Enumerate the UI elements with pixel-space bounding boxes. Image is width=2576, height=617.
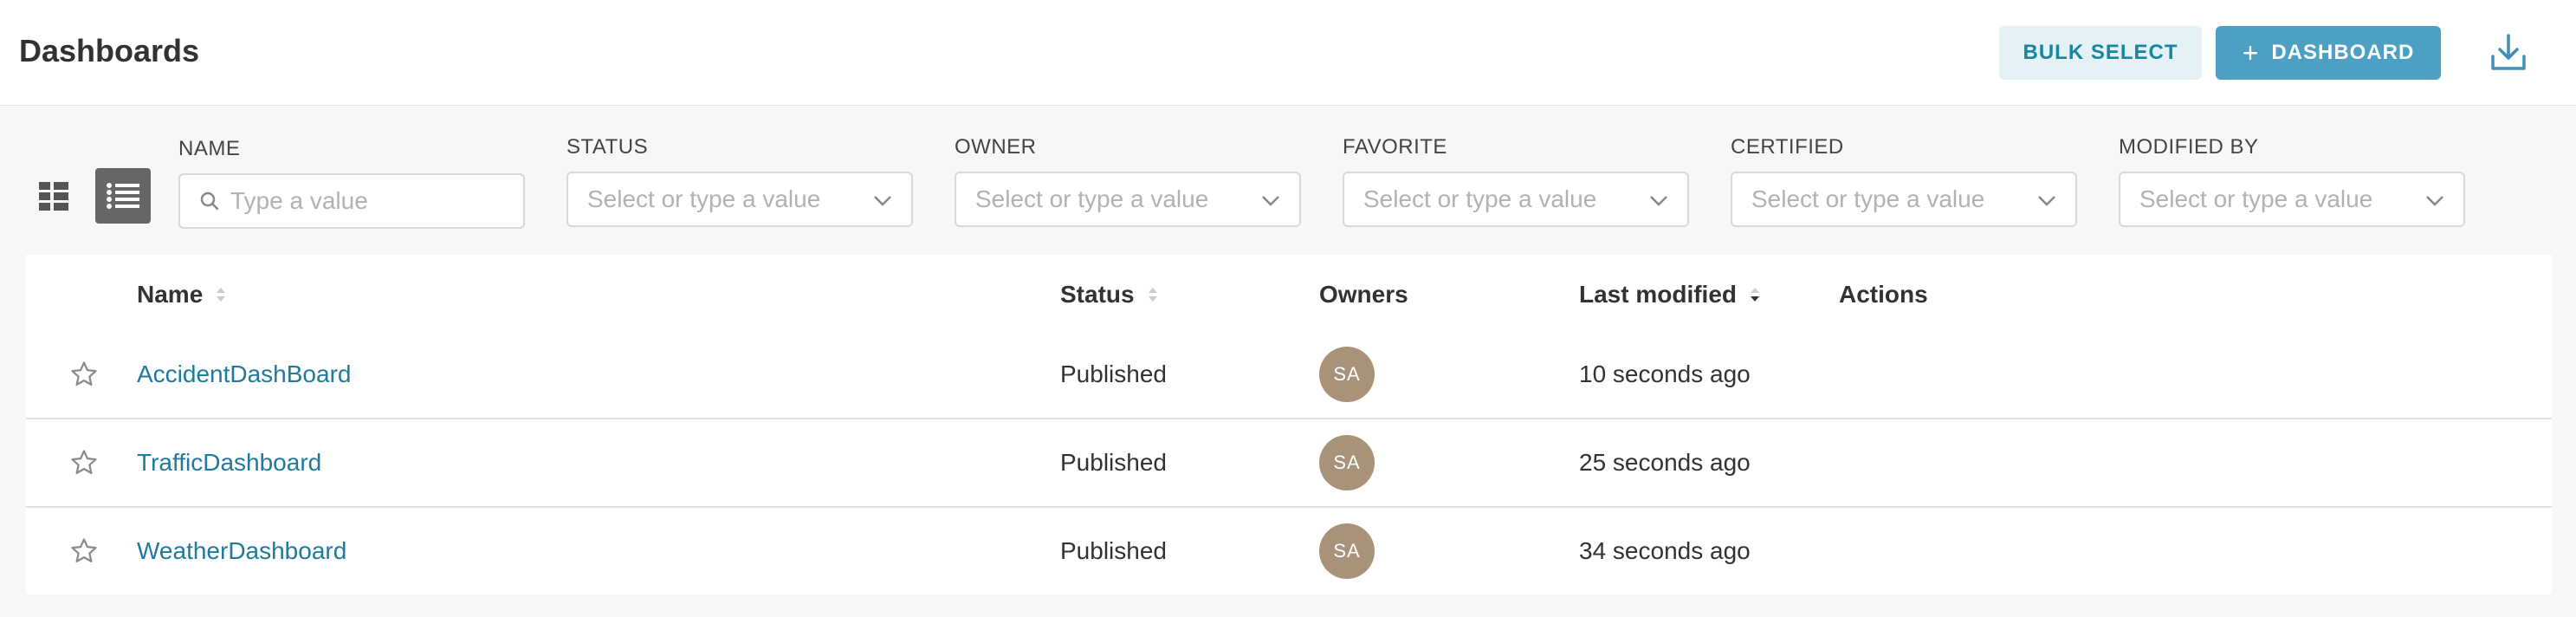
filter-favorite-label: FAVORITE bbox=[1343, 135, 1447, 159]
column-header-status[interactable]: Status bbox=[1060, 281, 1159, 308]
favorite-star-icon[interactable] bbox=[69, 508, 99, 594]
dashboard-name-link[interactable]: WeatherDashboard bbox=[137, 537, 346, 565]
last-modified-cell: 34 seconds ago bbox=[1579, 537, 1751, 564]
add-dashboard-label: DASHBOARD bbox=[2271, 41, 2415, 64]
filter-modified-by-label: MODIFIED BY bbox=[2119, 135, 2259, 159]
modified-by-select[interactable]: Select or type a value bbox=[2119, 172, 2465, 227]
card-view-toggle[interactable] bbox=[26, 168, 81, 224]
table-row: AccidentDashBoard Published SA 10 second… bbox=[26, 331, 2552, 419]
last-modified-cell: 25 seconds ago bbox=[1579, 449, 1751, 476]
column-header-actions: Actions bbox=[1839, 281, 1928, 308]
sort-descending-icon bbox=[1751, 288, 1760, 302]
table-row: TrafficDashboard Published SA 25 seconds… bbox=[26, 419, 2552, 508]
name-search-input[interactable]: Type a value bbox=[178, 173, 525, 229]
filter-favorite: FAVORITE Select or type a value bbox=[1343, 135, 1689, 227]
plus-icon: + bbox=[2242, 37, 2260, 68]
column-header-last-modified[interactable]: Last modified bbox=[1579, 281, 1761, 308]
certified-select-placeholder: Select or type a value bbox=[1751, 185, 1985, 212]
avatar[interactable]: SA bbox=[1319, 523, 1375, 579]
column-header-actions-label: Actions bbox=[1839, 281, 1928, 308]
bulk-select-button[interactable]: BULK SELECT bbox=[1999, 26, 2202, 80]
filter-name: NAME Type a value bbox=[178, 137, 525, 229]
chevron-down-icon bbox=[1262, 196, 1279, 206]
table-row: WeatherDashboard Published SA 34 seconds… bbox=[26, 508, 2552, 596]
filter-status: STATUS Select or type a value bbox=[566, 135, 913, 227]
status-cell: Published bbox=[1060, 360, 1167, 387]
modified-by-select-placeholder: Select or type a value bbox=[2139, 185, 2373, 212]
avatar[interactable]: SA bbox=[1319, 435, 1375, 490]
status-select[interactable]: Select or type a value bbox=[566, 172, 913, 227]
dashboard-name-link[interactable]: AccidentDashBoard bbox=[137, 360, 351, 388]
chevron-down-icon bbox=[2426, 196, 2443, 206]
search-icon bbox=[200, 192, 219, 211]
status-cell: Published bbox=[1060, 537, 1167, 564]
column-header-status-label: Status bbox=[1060, 281, 1135, 308]
list-icon bbox=[107, 183, 139, 209]
dashboard-name-link[interactable]: TrafficDashboard bbox=[137, 449, 321, 477]
chevron-down-icon bbox=[874, 196, 891, 206]
favorite-select-placeholder: Select or type a value bbox=[1363, 185, 1597, 212]
status-cell: Published bbox=[1060, 449, 1167, 476]
filter-owner-label: OWNER bbox=[955, 135, 1037, 159]
sort-icon bbox=[1148, 288, 1157, 302]
status-select-placeholder: Select or type a value bbox=[587, 185, 821, 212]
name-input-placeholder: Type a value bbox=[230, 187, 368, 214]
card-grid-icon bbox=[39, 182, 68, 211]
owner-select[interactable]: Select or type a value bbox=[955, 172, 1301, 227]
dashboards-table: Name Status Owners Last modified Actions… bbox=[26, 255, 2552, 594]
filter-status-label: STATUS bbox=[566, 135, 649, 159]
add-dashboard-button[interactable]: + DASHBOARD bbox=[2216, 26, 2441, 80]
favorite-star-icon[interactable] bbox=[69, 419, 99, 506]
owner-select-placeholder: Select or type a value bbox=[975, 185, 1209, 212]
filter-certified-label: CERTIFIED bbox=[1731, 135, 1844, 159]
list-view-toggle[interactable] bbox=[95, 168, 151, 224]
filter-name-label: NAME bbox=[178, 137, 241, 160]
filter-owner: OWNER Select or type a value bbox=[955, 135, 1301, 227]
chevron-down-icon bbox=[2038, 196, 2055, 206]
filter-certified: CERTIFIED Select or type a value bbox=[1731, 135, 2077, 227]
page-header: Dashboards BULK SELECT + DASHBOARD bbox=[0, 0, 2576, 106]
sort-icon bbox=[217, 288, 226, 302]
certified-select[interactable]: Select or type a value bbox=[1731, 172, 2077, 227]
favorite-star-icon[interactable] bbox=[69, 331, 99, 418]
filter-modified-by: MODIFIED BY Select or type a value bbox=[2119, 135, 2465, 227]
column-header-name[interactable]: Name bbox=[137, 281, 227, 308]
column-header-owners-label: Owners bbox=[1319, 281, 1408, 308]
avatar[interactable]: SA bbox=[1319, 347, 1375, 402]
column-header-last-modified-label: Last modified bbox=[1579, 281, 1738, 308]
last-modified-cell: 10 seconds ago bbox=[1579, 360, 1751, 387]
download-icon[interactable] bbox=[2484, 26, 2533, 78]
column-header-owners: Owners bbox=[1319, 281, 1408, 308]
column-header-name-label: Name bbox=[137, 281, 204, 308]
chevron-down-icon bbox=[1650, 196, 1667, 206]
favorite-select[interactable]: Select or type a value bbox=[1343, 172, 1689, 227]
page-title: Dashboards bbox=[19, 33, 200, 68]
